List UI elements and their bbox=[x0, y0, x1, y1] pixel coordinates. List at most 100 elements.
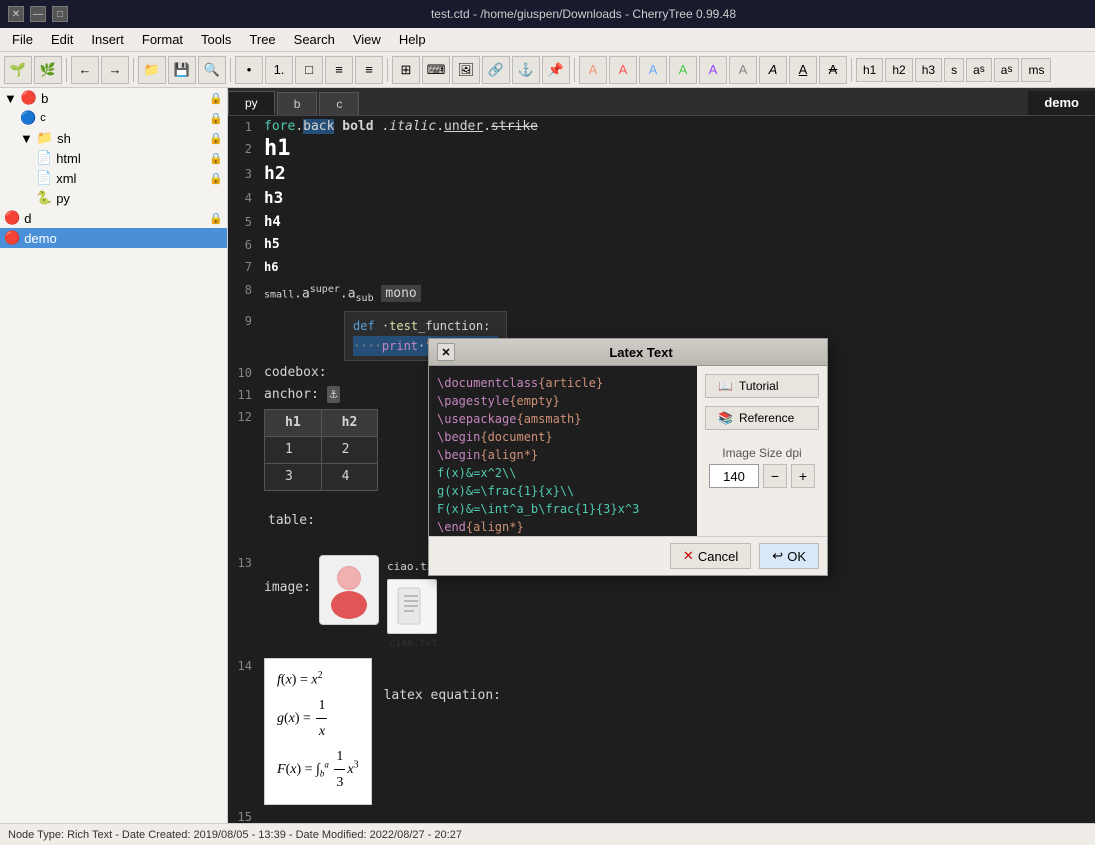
table-btn[interactable]: ⊞ bbox=[392, 56, 420, 84]
node-label: sh bbox=[57, 131, 71, 146]
color-fg8[interactable]: A bbox=[789, 56, 817, 84]
menu-format[interactable]: Format bbox=[134, 30, 191, 49]
line-15: 15 bbox=[228, 806, 1095, 823]
sub-btn[interactable]: as bbox=[994, 58, 1020, 82]
s-btn[interactable]: s bbox=[944, 58, 964, 82]
line-number: 2 bbox=[228, 139, 264, 159]
window-controls[interactable]: ✕ — □ bbox=[8, 6, 68, 22]
dpi-input[interactable] bbox=[709, 464, 759, 488]
menu-file[interactable]: File bbox=[4, 30, 41, 49]
expand-icon: ▼ bbox=[20, 131, 33, 146]
image-btn[interactable]: 🖼 bbox=[452, 56, 480, 84]
color-fg6[interactable]: A bbox=[729, 56, 757, 84]
color-fg3[interactable]: A bbox=[639, 56, 667, 84]
sidebar-item-py[interactable]: 🐍 py bbox=[0, 188, 227, 208]
sidebar-item-c[interactable]: 🔵 c 🔒 bbox=[0, 108, 227, 128]
add-child-button[interactable]: 🌿 bbox=[34, 56, 62, 84]
numbered-list[interactable]: 1. bbox=[265, 56, 293, 84]
color-fg4[interactable]: A bbox=[669, 56, 697, 84]
cancel-button[interactable]: ✕ Cancel bbox=[670, 543, 751, 569]
h1-btn[interactable]: h1 bbox=[856, 58, 883, 82]
todo-list[interactable]: □ bbox=[295, 56, 323, 84]
open-button[interactable]: 📁 bbox=[138, 56, 166, 84]
line-number: 5 bbox=[228, 212, 264, 232]
line-number: 15 bbox=[228, 807, 264, 823]
menu-view[interactable]: View bbox=[345, 30, 389, 49]
line-number: 11 bbox=[228, 385, 264, 405]
tab-c[interactable]: c bbox=[319, 92, 359, 115]
maximize-button[interactable]: □ bbox=[52, 6, 68, 22]
tab-b[interactable]: b bbox=[277, 92, 318, 115]
save-button[interactable]: 💾 bbox=[168, 56, 196, 84]
latex-eq3: F(x) = ∫ba 13x3 bbox=[277, 744, 359, 795]
ok-button[interactable]: ↩ OK bbox=[759, 543, 819, 569]
sup-btn[interactable]: as bbox=[966, 58, 992, 82]
minimize-button[interactable]: — bbox=[30, 6, 46, 22]
lock-icon: 🔒 bbox=[209, 112, 223, 125]
node-label: html bbox=[56, 151, 81, 166]
new-node-button[interactable]: 🌱 bbox=[4, 56, 32, 84]
sidebar-item-d[interactable]: 🔴 d 🔒 bbox=[0, 208, 227, 228]
latex-eq1: f(x) = x2 bbox=[277, 667, 359, 693]
go-forward-button[interactable]: → bbox=[101, 56, 129, 84]
table-cell: 3 bbox=[265, 463, 322, 490]
lock-icon: 🔒 bbox=[209, 152, 223, 165]
dpi-plus-button[interactable]: + bbox=[791, 464, 815, 488]
color-fg2[interactable]: A bbox=[609, 56, 637, 84]
code-line-8: F(x)&=\int^a_b\frac{1}{3}x^3 bbox=[437, 500, 689, 518]
sidebar-item-demo[interactable]: 🔴 demo bbox=[0, 228, 227, 248]
reference-button[interactable]: 📚 Reference bbox=[705, 406, 819, 430]
line-3: 3 h2 bbox=[228, 163, 1095, 187]
find-button[interactable]: 🔍 bbox=[198, 56, 226, 84]
menu-tools[interactable]: Tools bbox=[193, 30, 239, 49]
anchor-btn[interactable]: ⚓ bbox=[512, 56, 540, 84]
node-label: demo bbox=[24, 231, 57, 246]
table-header-h1: h1 bbox=[265, 409, 322, 436]
sidebar-item-b[interactable]: ▼ 🔴 b 🔒 bbox=[0, 88, 227, 108]
under-text: under bbox=[444, 119, 483, 134]
line-number: 10 bbox=[228, 363, 264, 383]
menu-tree[interactable]: Tree bbox=[241, 30, 283, 49]
dpi-minus-button[interactable]: − bbox=[763, 464, 787, 488]
menu-search[interactable]: Search bbox=[286, 30, 343, 49]
color-fg1[interactable]: A bbox=[579, 56, 607, 84]
toolbar: 🌱 🌿 ← → 📁 💾 🔍 • 1. □ ≡ ≡ ⊞ ⌨ 🖼 🔗 ⚓ 📌 A A… bbox=[0, 52, 1095, 88]
a2-text: a bbox=[348, 286, 356, 301]
line-content: small.asuper.asub mono bbox=[264, 280, 1095, 309]
color-fg7[interactable]: A bbox=[759, 56, 787, 84]
line-content: h6 bbox=[264, 257, 1095, 278]
pin-btn[interactable]: 📌 bbox=[542, 56, 570, 84]
ms-btn[interactable]: ms bbox=[1021, 58, 1051, 82]
py-icon: 🐍 bbox=[36, 190, 52, 206]
h3-btn[interactable]: h3 bbox=[915, 58, 942, 82]
link-btn[interactable]: 🔗 bbox=[482, 56, 510, 84]
indent-less[interactable]: ≡ bbox=[355, 56, 383, 84]
node-icon: 🔴 bbox=[21, 90, 37, 106]
menu-edit[interactable]: Edit bbox=[43, 30, 81, 49]
color-fg5[interactable]: A bbox=[699, 56, 727, 84]
latex-text-dialog: ✕ Latex Text \documentclass{article} \pa… bbox=[428, 338, 828, 576]
code-editor[interactable]: \documentclass{article} \pagestyle{empty… bbox=[429, 366, 697, 536]
go-back-button[interactable]: ← bbox=[71, 56, 99, 84]
tab-demo[interactable]: demo bbox=[1028, 91, 1095, 115]
color-fg9[interactable]: A bbox=[819, 56, 847, 84]
h2-btn[interactable]: h2 bbox=[885, 58, 912, 82]
sidebar-item-xml[interactable]: 📄 xml 🔒 bbox=[0, 168, 227, 188]
bold-text: bold bbox=[342, 119, 373, 134]
anchor-label: anchor: bbox=[264, 387, 327, 402]
menu-insert[interactable]: Insert bbox=[83, 30, 132, 49]
line-number: 4 bbox=[228, 188, 264, 208]
tab-py[interactable]: py bbox=[228, 91, 275, 115]
sidebar-item-html[interactable]: 📄 html 🔒 bbox=[0, 148, 227, 168]
cancel-icon: ✕ bbox=[683, 548, 694, 564]
file-icon: 📄 bbox=[36, 150, 52, 166]
close-button[interactable]: ✕ bbox=[8, 6, 24, 22]
bullet-list[interactable]: • bbox=[235, 56, 263, 84]
menu-help[interactable]: Help bbox=[391, 30, 434, 49]
tutorial-button[interactable]: 📖 Tutorial bbox=[705, 374, 819, 398]
modal-close-button[interactable]: ✕ bbox=[437, 343, 455, 361]
indent-more[interactable]: ≡ bbox=[325, 56, 353, 84]
sidebar-item-sh[interactable]: ▼ 📁 sh 🔒 bbox=[0, 128, 227, 148]
code-box-btn[interactable]: ⌨ bbox=[422, 56, 450, 84]
line-2: 2 h1 bbox=[228, 138, 1095, 163]
